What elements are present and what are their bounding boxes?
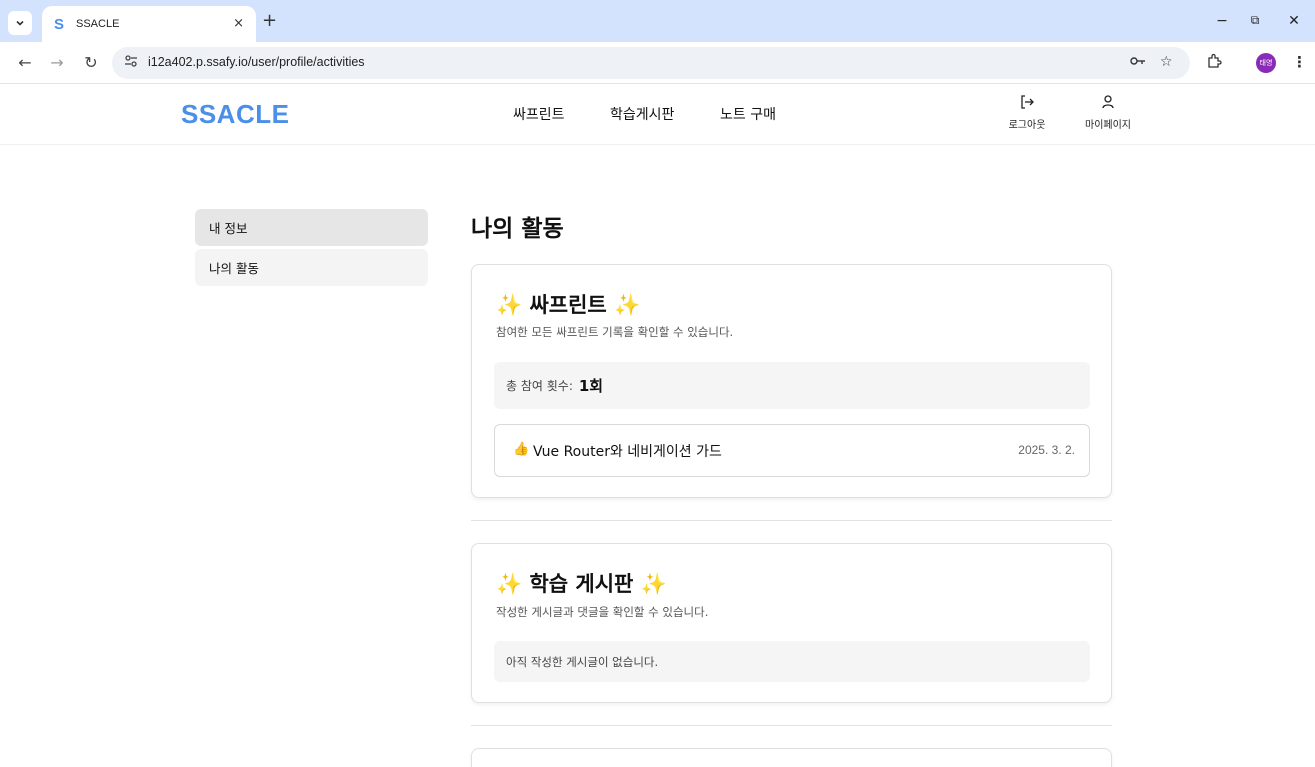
sprint-record-title: Vue Router와 네비게이션 가드 xyxy=(533,444,722,460)
participation-count-value: 1회 xyxy=(578,377,604,395)
empty-posts-message: 아직 작성한 게시글이 없습니다. xyxy=(494,641,1090,682)
profile-avatar[interactable]: 태영 xyxy=(1256,53,1276,73)
logout-label: 로그아웃 xyxy=(1008,120,1046,131)
tab-search-menu[interactable] xyxy=(8,11,32,35)
next-section-card xyxy=(471,748,1112,767)
tab-title: SSACLE xyxy=(76,18,120,30)
sparkle-icon: ✨ xyxy=(614,293,641,317)
nav-sprint[interactable]: 싸프린트 xyxy=(513,104,565,124)
sprint-card-desc: 참여한 모든 싸프린트 기록을 확인할 수 있습니다. xyxy=(496,325,734,339)
browser-toolbar: ← → ↻ i12a402.p.ssafy.io/user/profile/ac… xyxy=(0,42,1315,84)
more-menu-icon[interactable]: ⋮ xyxy=(1292,53,1307,71)
logout-button[interactable]: 로그아웃 xyxy=(997,94,1057,131)
site-header: SSACLE 싸프린트 학습게시판 노트 구매 로그아웃 마이페이지 xyxy=(0,85,1315,145)
sparkle-icon: ✨ xyxy=(496,293,523,317)
participation-count-label: 총 참여 횟수: xyxy=(506,379,573,393)
nav-study-board[interactable]: 학습게시판 xyxy=(610,104,674,124)
url-text: i12a402.p.ssafy.io/user/profile/activiti… xyxy=(148,55,365,69)
sidebar-item-my-activities[interactable]: 나의 활동 xyxy=(195,249,428,286)
mypage-button[interactable]: 마이페이지 xyxy=(1078,94,1138,131)
study-board-card: ✨ 학습 게시판 ✨ 작성한 게시글과 댓글을 확인할 수 있습니다. 아직 작… xyxy=(471,543,1112,703)
close-tab-icon[interactable]: × xyxy=(233,16,244,31)
study-board-card-title: ✨ 학습 게시판 ✨ xyxy=(496,568,667,598)
user-icon xyxy=(1078,94,1138,112)
minimize-button[interactable]: − xyxy=(1207,13,1237,29)
sidebar-item-my-info[interactable]: 내 정보 xyxy=(195,209,428,246)
page-title: 나의 활동 xyxy=(471,216,564,242)
favicon-icon: S xyxy=(54,15,65,33)
back-icon[interactable]: ← xyxy=(14,53,36,72)
forward-icon[interactable]: → xyxy=(46,53,68,72)
restore-button[interactable]: ⧉ xyxy=(1240,13,1270,28)
section-divider xyxy=(471,520,1112,521)
sparkle-icon: ✨ xyxy=(496,572,523,596)
browser-tab[interactable]: S SSACLE × xyxy=(42,6,256,42)
address-bar[interactable]: i12a402.p.ssafy.io/user/profile/activiti… xyxy=(112,47,1190,79)
reload-icon[interactable]: ↻ xyxy=(80,53,102,72)
site-settings-icon[interactable] xyxy=(124,54,138,71)
sprint-record-item[interactable]: 👍 Vue Router와 네비게이션 가드 2025. 3. 2. xyxy=(494,424,1090,477)
sparkle-icon: ✨ xyxy=(640,572,667,596)
sidebar-item-label: 내 정보 xyxy=(209,221,248,236)
site-logo[interactable]: SSACLE xyxy=(181,99,289,130)
logout-icon xyxy=(997,94,1057,112)
window-close-button[interactable]: ✕ xyxy=(1279,13,1309,29)
sprint-title-text: 싸프린트 xyxy=(529,293,607,317)
sidebar-item-label: 나의 활동 xyxy=(209,261,259,276)
sprint-record-date: 2025. 3. 2. xyxy=(1018,443,1075,457)
nav-note-purchase[interactable]: 노트 구매 xyxy=(720,104,776,124)
sprint-card: ✨ 싸프린트 ✨ 참여한 모든 싸프린트 기록을 확인할 수 있습니다. 총 참… xyxy=(471,264,1112,498)
bookmark-star-icon[interactable]: ☆ xyxy=(1160,54,1173,70)
thumbs-up-icon: 👍 xyxy=(513,442,530,457)
browser-tab-strip: S SSACLE × + − ⧉ ✕ xyxy=(0,0,1315,42)
chevron-down-icon xyxy=(16,20,24,26)
study-board-title-text: 학습 게시판 xyxy=(529,572,634,596)
mypage-label: 마이페이지 xyxy=(1085,120,1131,131)
study-board-card-desc: 작성한 게시글과 댓글을 확인할 수 있습니다. xyxy=(496,605,709,619)
sprint-card-title: ✨ 싸프린트 ✨ xyxy=(496,289,640,319)
extensions-icon[interactable] xyxy=(1206,53,1222,73)
section-divider xyxy=(471,725,1112,726)
key-icon[interactable] xyxy=(1129,54,1147,72)
new-tab-button[interactable]: + xyxy=(262,12,277,30)
participation-summary: 총 참여 횟수: 1회 xyxy=(494,362,1090,409)
